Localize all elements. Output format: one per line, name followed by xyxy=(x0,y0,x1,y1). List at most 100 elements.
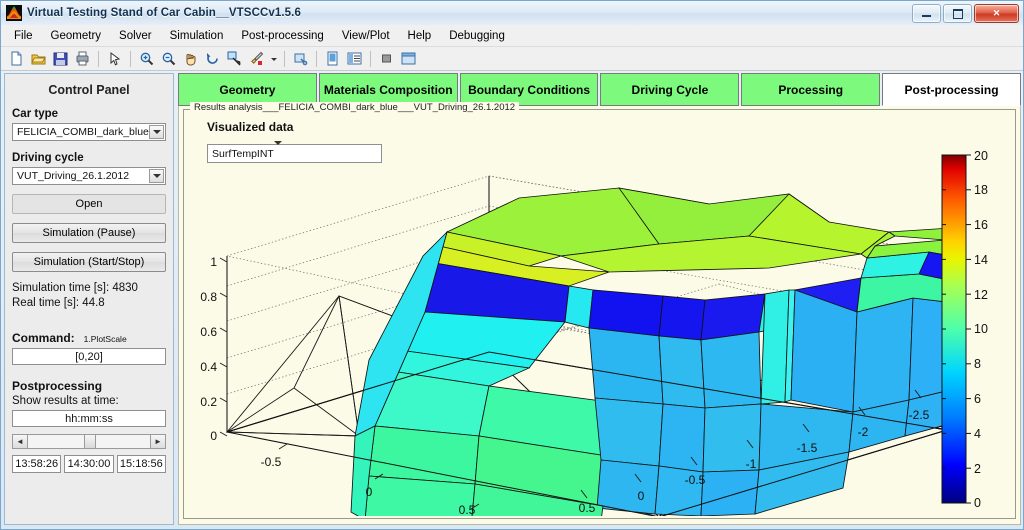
command-label: Command: xyxy=(12,331,75,345)
svg-text:0.4: 0.4 xyxy=(200,360,217,374)
zoom-out-icon[interactable] xyxy=(158,49,179,69)
svg-text:0.5: 0.5 xyxy=(459,503,476,516)
time-end-box[interactable]: 15:18:56 xyxy=(116,455,166,473)
close-button[interactable]: ✕ xyxy=(974,4,1019,23)
svg-text:-2: -2 xyxy=(858,425,869,439)
toolbar-separator-3 xyxy=(284,50,285,67)
time-current-box[interactable]: 14:30:00 xyxy=(64,455,114,473)
toolbar-separator-1 xyxy=(98,50,99,67)
save-figure-icon[interactable] xyxy=(50,49,71,69)
zoom-in-icon[interactable] xyxy=(136,49,157,69)
matlab-membrane-icon xyxy=(6,5,22,21)
command-name: 1.PlotScale xyxy=(83,334,127,344)
chevron-down-icon[interactable] xyxy=(149,169,164,183)
menu-item-file[interactable]: File xyxy=(5,27,42,45)
results-legend-text: Results analysis___FELICIA_COMBI_dark_bl… xyxy=(190,102,520,113)
svg-text:0.6: 0.6 xyxy=(200,325,217,339)
plot-browser-icon[interactable] xyxy=(344,49,365,69)
rotate-3d-icon[interactable] xyxy=(202,49,223,69)
result-time-input[interactable]: hh:mm:ss xyxy=(12,410,166,427)
svg-text:-1.5: -1.5 xyxy=(797,441,818,455)
control-panel: Control Panel Car type FELICIA_COMBI_dar… xyxy=(4,73,174,525)
tab-driving-cycle[interactable]: Driving Cycle xyxy=(600,73,740,106)
open-button[interactable]: Open xyxy=(12,194,166,214)
slider-left-arrow-icon[interactable]: ◄ xyxy=(13,435,28,448)
car-type-dropdown[interactable]: FELICIA_COMBI_dark_blue xyxy=(12,123,166,141)
car-type-value: FELICIA_COMBI_dark_blue xyxy=(17,126,149,138)
svg-text:0.5: 0.5 xyxy=(579,501,596,515)
window-controls: ✕ xyxy=(912,4,1019,23)
svg-text:2: 2 xyxy=(974,462,981,476)
svg-text:0: 0 xyxy=(974,496,981,510)
slider-right-arrow-icon[interactable]: ► xyxy=(150,435,165,448)
plot-svg: 1 0.8 0.6 0.4 0.2 0 -0.5 0 0.5 0.5 0 -0.… xyxy=(200,175,1024,530)
menu-item-view-plot[interactable]: View/Plot xyxy=(333,27,399,45)
tab-processing[interactable]: Processing xyxy=(741,73,881,106)
svg-text:16: 16 xyxy=(974,218,988,232)
simulation-pause-button[interactable]: Simulation (Pause) xyxy=(12,223,166,243)
colorbar-tick-labels: 20 18 16 14 12 10 8 6 4 2 0 xyxy=(974,149,988,510)
command-value-input[interactable]: [0,20] xyxy=(12,348,166,365)
new-figure-icon[interactable] xyxy=(6,49,27,69)
results-panel: Results analysis___FELICIA_COMBI_dark_bl… xyxy=(178,102,1024,530)
toolbar xyxy=(1,47,1023,71)
menu-item-debugging[interactable]: Debugging xyxy=(440,27,514,45)
svg-text:10: 10 xyxy=(974,322,988,336)
minimize-button[interactable] xyxy=(912,4,941,23)
svg-text:-1: -1 xyxy=(746,457,757,471)
driving-cycle-dropdown[interactable]: VUT_Driving_26.1.2012 xyxy=(12,167,166,185)
svg-text:0.8: 0.8 xyxy=(200,290,217,304)
open-file-icon[interactable] xyxy=(28,49,49,69)
time-slider[interactable]: ◄ ► xyxy=(12,434,166,449)
z-axis: 1 0.8 0.6 0.4 0.2 0 xyxy=(200,255,228,443)
svg-text:-0.5: -0.5 xyxy=(685,473,706,487)
svg-text:8: 8 xyxy=(974,357,981,371)
figure-palette-icon[interactable] xyxy=(322,49,343,69)
toolbar-separator-2 xyxy=(130,50,131,67)
simulation-time-text: Simulation time [s]: 4830 xyxy=(12,282,138,294)
show-results-label: Show results at time: xyxy=(12,395,119,407)
svg-text:-2.5: -2.5 xyxy=(909,408,930,422)
menu-item-solver[interactable]: Solver xyxy=(110,27,161,45)
visualized-data-label: Visualized data xyxy=(207,120,294,134)
property-editor-icon[interactable] xyxy=(376,49,397,69)
simulation-start-stop-button[interactable]: Simulation (Start/Stop) xyxy=(12,252,166,272)
svg-text:0: 0 xyxy=(638,489,645,503)
driving-cycle-label: Driving cycle xyxy=(12,152,84,164)
pointer-select-icon[interactable] xyxy=(104,49,125,69)
svg-text:4: 4 xyxy=(974,427,981,441)
driving-cycle-value: VUT_Driving_26.1.2012 xyxy=(17,170,130,182)
slider-thumb[interactable] xyxy=(84,435,96,448)
chevron-down-icon[interactable] xyxy=(149,125,164,139)
brush-icon[interactable] xyxy=(246,49,267,69)
pan-hand-icon[interactable] xyxy=(180,49,201,69)
svg-text:-0.5: -0.5 xyxy=(261,455,282,469)
surface-plot-3d[interactable]: 1 0.8 0.6 0.4 0.2 0 -0.5 0 0.5 0.5 0 -0.… xyxy=(189,136,1024,530)
svg-text:0: 0 xyxy=(210,429,217,443)
print-figure-icon[interactable] xyxy=(72,49,93,69)
menu-item-help[interactable]: Help xyxy=(399,27,441,45)
svg-text:18: 18 xyxy=(974,183,988,197)
menu-item-geometry[interactable]: Geometry xyxy=(42,27,111,45)
svg-text:14: 14 xyxy=(974,253,988,267)
slider-track[interactable] xyxy=(28,435,150,448)
maximize-button[interactable] xyxy=(943,4,972,23)
brush-color-dropdown-icon[interactable] xyxy=(268,49,279,69)
command-row: Command: 1.PlotScale xyxy=(12,331,166,345)
time-start-box[interactable]: 13:58:26 xyxy=(12,455,62,473)
menu-item-post-processing[interactable]: Post-processing xyxy=(232,27,332,45)
car-cabin-mesh xyxy=(350,187,1024,530)
colorbar-svg: 20 18 16 14 12 10 8 6 4 2 0 xyxy=(941,149,988,510)
menu-item-simulation[interactable]: Simulation xyxy=(161,27,233,45)
postprocessing-title: Postprocessing xyxy=(12,379,103,393)
toolbar-separator-4 xyxy=(316,50,317,67)
data-cursor-icon[interactable] xyxy=(224,49,245,69)
link-plot-icon[interactable] xyxy=(290,49,311,69)
dock-figure-icon[interactable] xyxy=(398,49,419,69)
svg-text:12: 12 xyxy=(974,288,988,302)
control-panel-title: Control Panel xyxy=(48,83,130,97)
svg-text:1: 1 xyxy=(210,255,217,269)
application-window: Virtual Testing Stand of Car Cabin__VTSC… xyxy=(0,0,1024,530)
time-range-row: 13:58:26 14:30:00 15:18:56 xyxy=(12,455,166,473)
tab-post-processing[interactable]: Post-processing xyxy=(882,73,1021,106)
